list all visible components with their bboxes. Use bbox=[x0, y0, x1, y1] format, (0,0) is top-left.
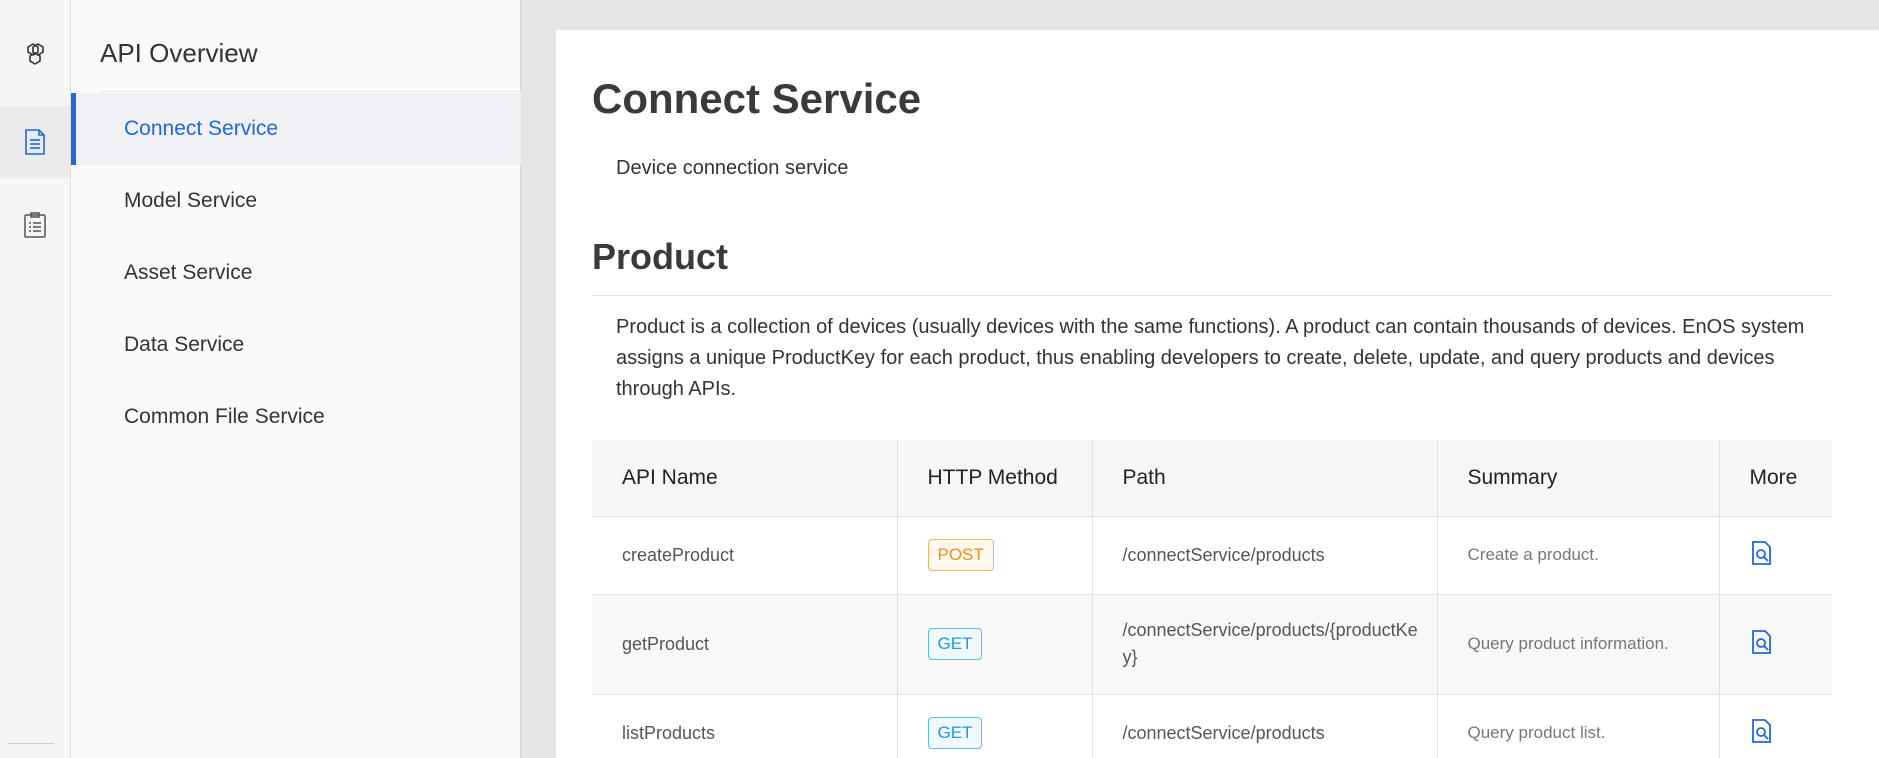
sidebar-title: API Overview bbox=[100, 38, 258, 68]
path-cell: /connectService/products/{productKey} bbox=[1092, 594, 1438, 695]
clipboard-list-icon bbox=[24, 212, 46, 238]
sidebar-item-connect-service[interactable]: Connect Service bbox=[71, 93, 521, 165]
page-description: Device connection service bbox=[616, 157, 849, 179]
table-row: createProduct POST /connectService/produ… bbox=[592, 516, 1832, 595]
view-details-button[interactable] bbox=[1750, 540, 1774, 566]
more-cell bbox=[1719, 516, 1832, 595]
main-content: Connect Service Device connection servic… bbox=[556, 30, 1879, 758]
api-name-cell: createProduct bbox=[592, 516, 898, 595]
section-divider bbox=[592, 295, 1832, 296]
method-badge: GET bbox=[927, 717, 983, 749]
path-cell: /connectService/products bbox=[1092, 694, 1438, 758]
sidebar-item-model-service[interactable]: Model Service bbox=[71, 165, 521, 237]
path-cell: /connectService/products bbox=[1092, 516, 1438, 595]
sidebar-item-label: Connect Service bbox=[124, 117, 279, 140]
column-header-path: Path bbox=[1092, 440, 1438, 517]
summary-cell: Query product information. bbox=[1437, 594, 1720, 695]
sidebar-item-common-file-service[interactable]: Common File Service bbox=[71, 381, 521, 453]
document-icon-button[interactable] bbox=[0, 106, 70, 178]
cubes-icon bbox=[27, 43, 44, 65]
more-cell bbox=[1719, 694, 1832, 758]
sidebar-item-label: Model Service bbox=[124, 189, 258, 212]
api-name-cell: getProduct bbox=[592, 594, 898, 695]
http-method-cell: POST bbox=[897, 516, 1093, 595]
column-header-http-method: HTTP Method bbox=[897, 440, 1093, 517]
more-cell bbox=[1719, 594, 1832, 695]
column-header-summary: Summary bbox=[1437, 440, 1720, 517]
sidebar-item-asset-service[interactable]: Asset Service bbox=[71, 237, 521, 309]
http-method-cell: GET bbox=[897, 594, 1093, 695]
section-title: Product bbox=[592, 236, 729, 277]
document-search-icon bbox=[1751, 718, 1771, 743]
method-badge: POST bbox=[927, 539, 994, 571]
sidebar-item-label: Common File Service bbox=[124, 405, 325, 428]
sidebar-item-data-service[interactable]: Data Service bbox=[71, 309, 521, 381]
document-search-icon bbox=[1751, 540, 1771, 565]
api-name-cell: listProducts bbox=[592, 694, 898, 758]
section-description: Product is a collection of devices (usua… bbox=[616, 316, 1805, 400]
sidebar: API Overview Connect Service Model Servi… bbox=[71, 0, 521, 758]
view-details-button[interactable] bbox=[1750, 629, 1774, 655]
rail-divider bbox=[8, 743, 54, 744]
page-title: Connect Service bbox=[592, 75, 922, 122]
column-header-more: More bbox=[1719, 440, 1832, 517]
api-table: API Name HTTP Method Path Summary More c… bbox=[592, 440, 1832, 758]
summary-cell: Create a product. bbox=[1437, 516, 1720, 595]
clipboard-list-icon-button[interactable] bbox=[0, 189, 70, 261]
cubes-icon-button[interactable] bbox=[0, 20, 70, 92]
icon-rail bbox=[0, 0, 71, 758]
table-row: listProducts GET /connectService/product… bbox=[592, 694, 1832, 758]
column-header-api-name: API Name bbox=[592, 440, 898, 517]
document-search-icon bbox=[1751, 629, 1771, 654]
sidebar-item-label: Asset Service bbox=[124, 261, 253, 284]
method-badge: GET bbox=[927, 628, 983, 660]
sidebar-item-label: Data Service bbox=[124, 333, 245, 356]
sidebar-nav: Connect Service Model Service Asset Serv… bbox=[71, 93, 521, 453]
document-icon bbox=[25, 129, 45, 155]
view-details-button[interactable] bbox=[1750, 718, 1774, 744]
http-method-cell: GET bbox=[897, 694, 1093, 758]
table-header-row: API Name HTTP Method Path Summary More bbox=[592, 440, 1832, 517]
table-row: getProduct GET /connectService/products/… bbox=[592, 594, 1832, 695]
sidebar-divider bbox=[101, 91, 521, 92]
summary-cell: Query product list. bbox=[1437, 694, 1720, 758]
